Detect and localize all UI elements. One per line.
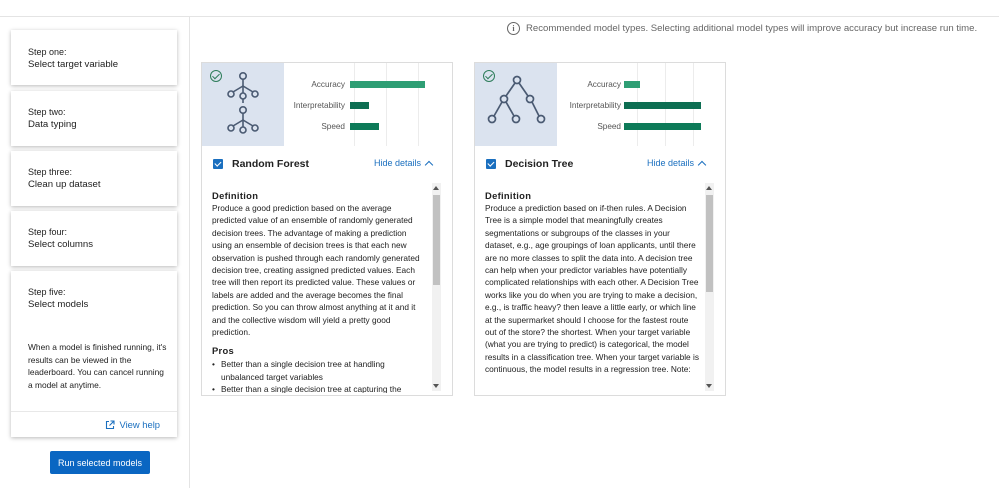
metric-row-interpretability: Interpretability [267,101,447,111]
metric-bar [350,123,379,130]
details-scrollbar[interactable] [432,183,441,391]
model-card-header: Decision Tree Hide details [475,153,725,175]
metric-label: Accuracy [587,80,621,89]
hide-details-toggle[interactable]: Hide details [646,158,707,169]
step-number: Step one: [28,47,67,57]
step-card-three[interactable]: Step three: Clean up dataset [11,151,177,206]
hide-details-label: Hide details [373,158,421,168]
metric-row-accuracy: Accuracy [540,80,720,90]
hide-details-label: Hide details [646,158,694,168]
top-divider [0,16,999,17]
step-title: Data typing [28,119,77,130]
metric-label: Accuracy [311,80,345,89]
pros-list: Better than a single decision tree at ha… [212,358,426,393]
sidebar-divider [189,16,190,488]
metric-bar [624,102,701,109]
list-item: Better than a single decision tree at ca… [212,383,426,393]
pros-heading: Pros [212,345,235,357]
view-help-label: View help [119,419,160,430]
metric-label: Speed [321,122,345,131]
step-title: Select models [28,299,89,310]
scroll-up-arrow-icon[interactable] [706,186,712,190]
metric-bar [624,81,640,88]
run-selected-models-button[interactable]: Run selected models [50,451,150,474]
step-description: When a model is finished running, it's r… [28,342,167,390]
metric-bar [624,123,701,130]
metric-row-speed: Speed [267,122,447,132]
step-number: Step five: [28,287,66,297]
step-card-one[interactable]: Step one: Select target variable [11,30,177,85]
metric-row-accuracy: Accuracy [267,80,447,90]
external-link-icon [105,419,115,429]
details-scrollbar[interactable] [705,183,714,391]
definition-text: Produce a good prediction based on the a… [212,203,420,338]
model-select-checkbox[interactable] [486,159,496,169]
step-number: Step four: [28,227,68,237]
step-title: Select columns [28,239,94,250]
model-card-summary: Accuracy Interpretability Speed [475,63,725,146]
metric-label: Interpretability [569,101,621,110]
scrollbar-thumb[interactable] [706,195,713,292]
metric-bar [350,102,369,109]
view-help-link[interactable]: View help [105,419,160,430]
info-icon: i [507,22,520,35]
definition-heading: Definition [212,190,259,201]
info-banner-text: Recommended model types. Selecting addit… [526,23,978,34]
hide-details-toggle[interactable]: Hide details [373,158,434,169]
chevron-up-icon [697,160,707,169]
model-card-summary: Accuracy Interpretability Speed [202,63,452,146]
model-card-decision-tree: Accuracy Interpretability Speed Decision… [474,62,726,396]
metric-row-interpretability: Interpretability [540,101,720,111]
chevron-up-icon [424,160,434,169]
metric-row-speed: Speed [540,122,720,132]
scroll-down-arrow-icon[interactable] [433,384,439,388]
scroll-down-arrow-icon[interactable] [706,384,712,388]
metric-bar [350,81,425,88]
model-card-header: Random Forest Hide details [202,153,452,175]
model-details-panel[interactable]: Definition Produce a prediction based on… [485,183,715,393]
model-select-checkbox[interactable] [213,159,223,169]
metric-label: Speed [597,122,621,131]
step-title: Select target variable [28,59,119,70]
model-name: Decision Tree [505,158,574,170]
step-title: Clean up dataset [28,179,101,190]
definition-heading: Definition [485,190,532,201]
model-details-panel[interactable]: Definition Produce a good prediction bas… [212,183,442,393]
divider [11,411,177,412]
list-item: Better than a single decision tree at ha… [212,358,426,383]
step-number: Step two: [28,107,66,117]
step-card-two[interactable]: Step two: Data typing [11,91,177,146]
step-card-five[interactable]: Step five: Select models When a model is… [11,271,177,437]
step-number: Step three: [28,167,73,177]
scrollbar-thumb[interactable] [433,195,440,285]
scroll-up-arrow-icon[interactable] [433,186,439,190]
model-card-random-forest: Accuracy Interpretability Speed Random F… [201,62,453,396]
model-name: Random Forest [232,158,310,170]
info-banner: i Recommended model types. Selecting add… [507,22,977,35]
definition-text: Produce a prediction based on if-then ru… [485,203,699,375]
metric-label: Interpretability [293,101,345,110]
step-card-four[interactable]: Step four: Select columns [11,211,177,266]
